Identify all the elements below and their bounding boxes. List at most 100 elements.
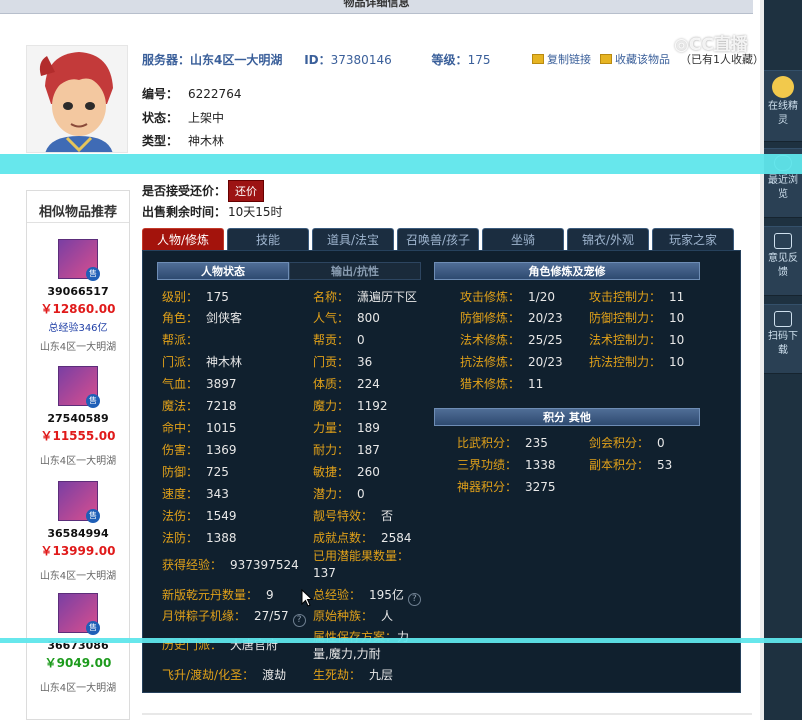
points-dungeon: 副本积分： 53 [589, 458, 673, 472]
item-server: 山东4区一大明湖 [39, 683, 117, 694]
stat-zongzi: 月饼粽子机缘： 27/57? [162, 607, 306, 627]
stat-mp: 魔法： 7218 [162, 399, 237, 413]
subtab-cultivation: 角色修炼及宠修 [434, 262, 700, 280]
item-thumbnail[interactable]: 售 [58, 239, 100, 281]
avatar-portrait [27, 46, 127, 152]
feedback-label: 意见反馈 [768, 253, 798, 278]
mouse-cursor-icon [301, 588, 314, 610]
sell-badge: 售 [86, 509, 100, 523]
favorite-label: 收藏该物品 [615, 53, 670, 66]
stat-magic-damage: 法伤： 1549 [162, 509, 237, 523]
stat-endurance: 耐力： 187 [313, 443, 380, 457]
stat-school: 门派： 神木林 [162, 355, 243, 369]
copy-link-button[interactable]: 复制链接 [532, 51, 591, 67]
stat-total-exp: 总经验： 195亿? [313, 586, 421, 606]
list-item[interactable]: 售 39066517 ￥12860.00 总经验346亿 山东4区一大明湖 [27, 239, 129, 353]
stat-achievement: 成就点数： 2584 [313, 531, 412, 545]
stat-fly: 飞升/渡劫/化圣： 渡劫 [162, 668, 287, 682]
tab-appearance[interactable]: 锦衣/外观 [567, 228, 649, 250]
page-header: 物品详细信息 [0, 0, 753, 14]
subtab-character[interactable]: 人物状态 [157, 262, 289, 280]
cult-attack: 攻击修炼： 1/20 [460, 290, 555, 304]
remaining-row: 出售剩余时间： 10天15时 [142, 203, 283, 220]
subtab-output[interactable]: 输出/抗性 [289, 262, 421, 280]
scan-download-button[interactable]: 扫码下载 [764, 304, 802, 374]
status-value: 上架中 [188, 111, 225, 125]
item-thumbnail[interactable]: 售 [58, 593, 100, 635]
cult-resist: 抗法修炼： 20/23 [460, 355, 563, 369]
detail-tabs: 人物/修炼 技能 道具/法宝 召唤兽/孩子 坐骑 锦衣/外观 玩家之家 [142, 228, 741, 250]
item-id[interactable]: 39066517 [27, 285, 129, 298]
item-server: 山东4区一大明湖 [39, 342, 117, 353]
stat-guild: 帮派： [162, 333, 199, 347]
type-value: 神木林 [188, 134, 225, 148]
item-id[interactable]: 36584994 [27, 527, 129, 540]
bargain-button[interactable]: 还价 [228, 180, 265, 202]
feedback-button[interactable]: 意见反馈 [764, 226, 802, 296]
number-value: 6222764 [188, 87, 242, 101]
sell-badge: 售 [86, 267, 100, 281]
sell-badge: 售 [86, 394, 100, 408]
page: 物品详细信息 服务器：山东4区一大明湖 ID：37380146 等级：175 复… [0, 0, 764, 720]
stat-exp: 获得经验： 937397524 [162, 558, 299, 572]
copy-link-icon [532, 54, 544, 64]
item-exp: 总经验346亿 [48, 323, 108, 334]
item-server: 山东4区一大明湖 [39, 456, 117, 467]
ctrl-defense: 防御控制力： 10 [589, 311, 685, 325]
list-item[interactable]: 售 36673086 ￥9049.00 山东4区一大明湖 [27, 593, 129, 694]
list-item[interactable]: 售 27540589 ￥11555.00 山东4区一大明湖 [27, 366, 129, 467]
stat-role: 角色： 剑侠客 [162, 311, 243, 325]
stat-hit: 命中： 1015 [162, 421, 237, 435]
bargain-row: 是否接受还价： 还价 [142, 180, 265, 202]
ctrl-attack: 攻击控制力： 11 [589, 290, 685, 304]
sidebar-title: 相似物品推荐 [27, 191, 129, 223]
online-helper-button[interactable]: 在线精灵 [764, 70, 802, 142]
number-row: 编号： 6222764 [142, 85, 241, 102]
tab-summons[interactable]: 召唤兽/孩子 [397, 228, 479, 250]
meta-row: 服务器：山东4区一大明湖 ID：37380146 等级：175 [142, 51, 526, 68]
tab-home[interactable]: 玩家之家 [652, 228, 734, 250]
item-price: ￥11555.00 [40, 429, 116, 443]
item-price: ￥12860.00 [40, 302, 116, 316]
level-label: 等级： [431, 53, 468, 67]
copy-link-label: 复制链接 [547, 53, 591, 66]
server-value: 山东4区一大明湖 [190, 53, 283, 67]
points-pvp: 比武积分： 235 [457, 436, 548, 450]
stat-strength: 力量： 189 [313, 421, 380, 435]
edit-icon [774, 233, 792, 249]
stream-watermark: ◎CC直播 [674, 35, 748, 55]
item-price: ￥13999.00 [40, 544, 116, 558]
stat-magic-defense: 法防： 1388 [162, 531, 237, 545]
stat-attr-plan: 属性保存方案：力量,魔力,力耐 [313, 630, 410, 661]
help-icon[interactable]: ? [292, 614, 306, 627]
stat-guild-contribution: 帮贡： 0 [313, 333, 365, 347]
favorite-button[interactable]: 收藏该物品 [600, 51, 670, 67]
tab-character[interactable]: 人物/修炼 [142, 228, 224, 250]
item-thumbnail[interactable]: 售 [58, 366, 100, 408]
bargain-label: 是否接受还价： [142, 184, 227, 198]
stat-constitution: 体质： 224 [313, 377, 380, 391]
helper-avatar-icon [772, 76, 794, 98]
stat-popularity: 人气： 800 [313, 311, 380, 325]
tab-skills[interactable]: 技能 [227, 228, 309, 250]
tab-items[interactable]: 道具/法宝 [312, 228, 394, 250]
cult-hunt: 猎术修炼： 11 [460, 377, 544, 391]
level-value: 175 [467, 53, 491, 67]
stat-potential: 潜力： 0 [313, 487, 365, 501]
stat-magic: 魔力： 1192 [313, 399, 388, 413]
tab-mounts[interactable]: 坐骑 [482, 228, 564, 250]
character-avatar [26, 45, 128, 153]
online-helper-label: 在线精灵 [768, 101, 798, 126]
qr-scan-icon [774, 311, 792, 327]
item-server: 山东4区一大明湖 [39, 571, 117, 582]
ctrl-resist: 抗法控制力： 10 [589, 355, 685, 369]
item-id[interactable]: 27540589 [27, 412, 129, 425]
subtab-points: 积分 其他 [434, 408, 700, 426]
points-sword: 剑会积分： 0 [589, 436, 665, 450]
divider [142, 713, 752, 715]
stat-agility: 敏捷： 260 [313, 465, 380, 479]
help-icon[interactable]: ? [407, 593, 421, 606]
item-thumbnail[interactable]: 售 [58, 481, 100, 523]
list-item[interactable]: 售 36584994 ￥13999.00 山东4区一大明湖 [27, 481, 129, 582]
stat-race: 原始种族：人 [313, 609, 394, 623]
